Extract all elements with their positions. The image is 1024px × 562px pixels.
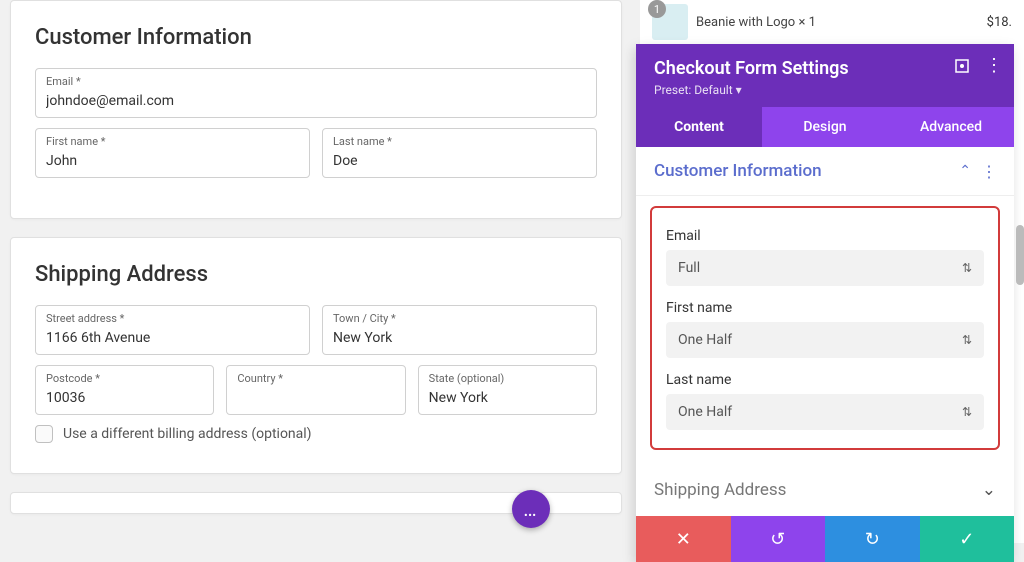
first-name-input[interactable] bbox=[46, 153, 299, 169]
last-name-input[interactable] bbox=[333, 153, 586, 169]
panel-action-bar: ✕ ↺ ↻ ✓ bbox=[636, 516, 1014, 562]
scrollbar-thumb[interactable] bbox=[1016, 225, 1024, 285]
postcode-field[interactable]: Postcode * bbox=[35, 365, 214, 415]
state-label: State (optional) bbox=[429, 372, 586, 385]
town-input[interactable] bbox=[333, 330, 586, 346]
panel-header[interactable]: Checkout Form Settings Preset: Default ▾… bbox=[636, 44, 1014, 107]
cart-line-item: 1 Beanie with Logo × 1 $18. bbox=[640, 0, 1024, 40]
section-customer-info-title: Customer Information bbox=[654, 161, 959, 181]
town-label: Town / City * bbox=[333, 312, 586, 325]
country-field[interactable]: Country * bbox=[226, 365, 405, 415]
state-field[interactable]: State (optional) bbox=[418, 365, 597, 415]
sort-icon: ⇅ bbox=[962, 405, 972, 419]
postcode-input[interactable] bbox=[46, 390, 203, 406]
section-kebab-icon[interactable]: ⋮ bbox=[981, 162, 996, 181]
undo-button[interactable]: ↺ bbox=[731, 516, 826, 562]
shipping-card: Shipping Address Street address * Town /… bbox=[10, 237, 622, 474]
sort-icon: ⇅ bbox=[962, 333, 972, 347]
opt-email-select[interactable]: Full ⇅ bbox=[666, 250, 984, 286]
street-label: Street address * bbox=[46, 312, 299, 325]
opt-first-select[interactable]: One Half ⇅ bbox=[666, 322, 984, 358]
email-field[interactable]: Email * bbox=[35, 68, 597, 118]
tab-advanced[interactable]: Advanced bbox=[888, 107, 1014, 147]
opt-email-value: Full bbox=[678, 260, 700, 276]
dots-horizontal-icon: … bbox=[523, 497, 538, 521]
email-input[interactable] bbox=[46, 93, 586, 109]
first-name-field[interactable]: First name * bbox=[35, 128, 310, 178]
floating-action-button[interactable]: … bbox=[512, 490, 550, 528]
town-field[interactable]: Town / City * bbox=[322, 305, 597, 355]
diff-billing-checkbox[interactable] bbox=[35, 425, 53, 443]
redo-button[interactable]: ↻ bbox=[825, 516, 920, 562]
last-name-field[interactable]: Last name * bbox=[322, 128, 597, 178]
cart-item-title: Beanie with Logo × 1 bbox=[696, 15, 816, 30]
caret-down-icon: ▾ bbox=[733, 83, 742, 97]
tab-content[interactable]: Content bbox=[636, 107, 762, 147]
street-input[interactable] bbox=[46, 330, 299, 346]
opt-last-label: Last name bbox=[666, 372, 984, 388]
check-icon: ✓ bbox=[959, 529, 974, 550]
panel-title: Checkout Form Settings bbox=[654, 58, 996, 79]
opt-first-label: First name bbox=[666, 300, 984, 316]
customer-info-card: Customer Information Email * First name … bbox=[10, 0, 622, 219]
country-input[interactable] bbox=[237, 390, 394, 406]
shipping-heading: Shipping Address bbox=[35, 262, 597, 287]
chevron-down-icon[interactable]: ⌄ bbox=[982, 480, 996, 500]
cart-item-price: $18. bbox=[987, 15, 1012, 30]
diff-billing-label: Use a different billing address (optiona… bbox=[63, 426, 312, 442]
opt-email-label: Email bbox=[666, 228, 984, 244]
close-icon: ✕ bbox=[676, 529, 691, 550]
field-width-options-box: Email Full ⇅ First name One Half ⇅ Last … bbox=[650, 206, 1000, 450]
chevron-up-icon[interactable]: ⌃ bbox=[959, 163, 971, 179]
section-customer-info-head[interactable]: Customer Information ⌃ ⋮ bbox=[636, 147, 1014, 196]
first-name-label: First name * bbox=[46, 135, 299, 148]
state-input[interactable] bbox=[429, 390, 586, 406]
cart-qty-badge: 1 bbox=[648, 0, 666, 18]
undo-icon: ↺ bbox=[770, 529, 785, 550]
settings-panel: Checkout Form Settings Preset: Default ▾… bbox=[636, 44, 1014, 562]
confirm-button[interactable]: ✓ bbox=[920, 516, 1015, 562]
opt-last-select[interactable]: One Half ⇅ bbox=[666, 394, 984, 430]
diff-billing-row[interactable]: Use a different billing address (optiona… bbox=[35, 425, 597, 443]
customer-info-heading: Customer Information bbox=[35, 25, 597, 50]
email-label: Email * bbox=[46, 75, 586, 88]
sort-icon: ⇅ bbox=[962, 261, 972, 275]
opt-last-value: One Half bbox=[678, 404, 732, 420]
tab-design[interactable]: Design bbox=[762, 107, 888, 147]
panel-preset[interactable]: Preset: Default ▾ bbox=[654, 83, 996, 97]
opt-first-value: One Half bbox=[678, 332, 732, 348]
panel-tabs: Content Design Advanced bbox=[636, 107, 1014, 147]
cart-item-thumb: 1 bbox=[652, 4, 688, 40]
country-label: Country * bbox=[237, 372, 394, 385]
street-field[interactable]: Street address * bbox=[35, 305, 310, 355]
cancel-button[interactable]: ✕ bbox=[636, 516, 731, 562]
kebab-menu-icon[interactable]: ⋮ bbox=[986, 58, 1002, 74]
postcode-label: Postcode * bbox=[46, 372, 203, 385]
last-name-label: Last name * bbox=[333, 135, 586, 148]
section-shipping-head[interactable]: Shipping Address ⌄ bbox=[636, 464, 1014, 516]
expand-icon[interactable] bbox=[954, 58, 970, 74]
section-shipping-title: Shipping Address bbox=[654, 480, 786, 500]
redo-icon: ↻ bbox=[865, 529, 880, 550]
